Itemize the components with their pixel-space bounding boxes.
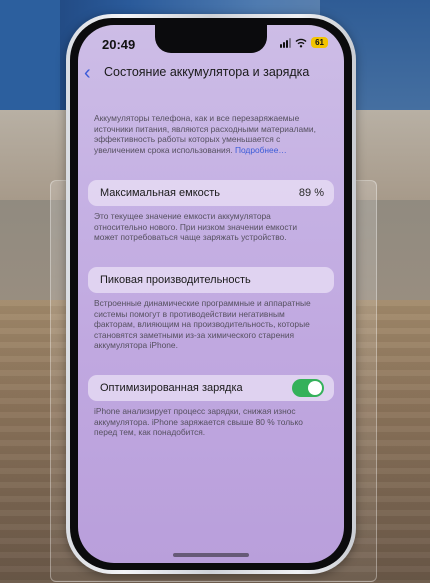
page-title: Состояние аккумулятора и зарядка	[104, 65, 310, 79]
max-capacity-note: Это текущее значение емкости аккумулятор…	[94, 211, 298, 242]
wifi-icon	[295, 38, 307, 48]
peak-performance-note: Встроенные динамические программные и ап…	[94, 298, 311, 350]
navigation-bar: ‹ Состояние аккумулятора и зарядка	[78, 63, 344, 85]
intro-description: Аккумуляторы телефона, как и все перезар…	[94, 113, 322, 155]
max-capacity-value: 89 %	[298, 187, 324, 199]
max-capacity-cell: Максимальная емкость 89 %	[88, 180, 334, 206]
cellular-signal-icon	[280, 37, 292, 48]
notch	[155, 25, 267, 53]
phone-screen: 20:49 61 ‹ Состояние аккумулятора и заря…	[78, 25, 344, 563]
optimized-charging-cell: Оптимизированная зарядка	[88, 375, 334, 401]
peak-performance-cell[interactable]: Пиковая производительность	[88, 267, 334, 293]
home-indicator[interactable]	[173, 553, 249, 557]
battery-indicator: 61	[311, 37, 328, 48]
optimized-charging-note: iPhone анализирует процесс зарядки, сниж…	[94, 406, 303, 437]
status-time: 20:49	[102, 37, 136, 52]
chevron-left-icon[interactable]: ‹	[84, 63, 91, 83]
max-capacity-label: Максимальная емкость	[100, 187, 221, 199]
learn-more-link[interactable]: Подробнее…	[235, 145, 287, 155]
peak-performance-label: Пиковая производительность	[100, 274, 251, 286]
background-sign-left	[0, 0, 60, 110]
toggle-knob	[308, 381, 322, 395]
optimized-charging-toggle[interactable]	[292, 379, 324, 397]
optimized-charging-label: Оптимизированная зарядка	[100, 382, 243, 394]
status-icons: 61	[280, 37, 328, 48]
